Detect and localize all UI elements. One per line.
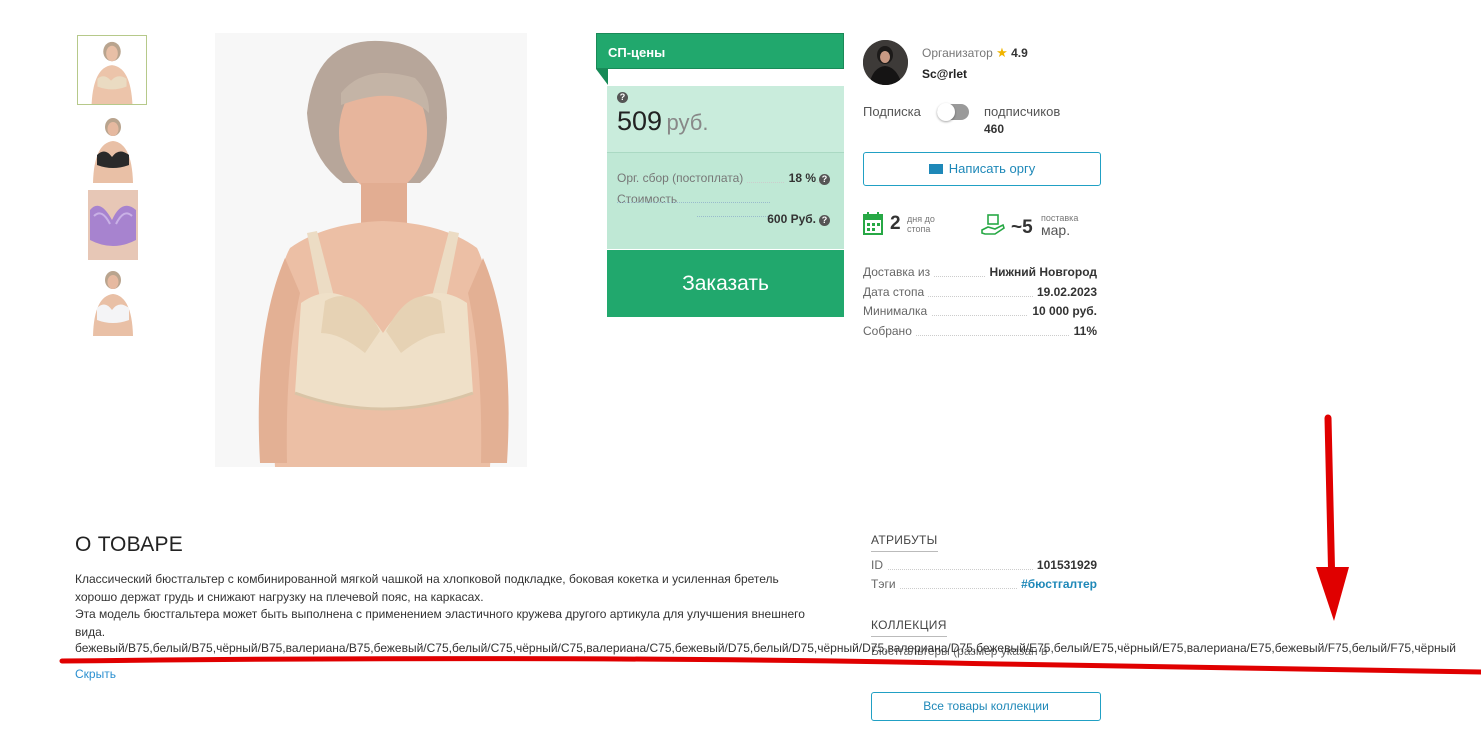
organizer-name[interactable]: Sc@rlet [922,67,967,81]
cost-help-icon[interactable]: ? [819,213,830,227]
detail-label: Доставка из [863,265,935,279]
header-fold [596,69,608,85]
detail-row-delivery-from: Доставка из Нижний Новгород [863,265,1097,281]
price-currency: руб. [666,110,709,135]
detail-value: 19.02.2023 [1032,285,1097,299]
description-line: Эта модель бюстгальтера может быть выпол… [75,607,805,621]
cost-row: Стоимость 600 Руб. ? [617,192,830,227]
detail-value: Нижний Новгород [985,265,1097,279]
detail-value: 11% [1069,324,1097,338]
product-thumbnail-image [88,190,138,260]
cost-label: Стоимость [617,192,678,206]
detail-label: Минималка [863,304,932,318]
thumbnail-lavender[interactable] [88,190,138,260]
thumbnail-white[interactable] [88,266,138,336]
product-main-image[interactable] [215,33,527,467]
price-display: 509 руб. [617,106,708,137]
red-arrow-shaft [1324,414,1336,594]
variants-text: бежевый/B75,белый/B75,чёрный/B75,валериа… [75,641,1456,655]
product-thumbnail-image [93,118,133,183]
hide-link[interactable]: Скрыть [75,667,116,681]
avatar-image [863,40,908,85]
attribute-label: ID [871,558,887,572]
attributes-section-title: АТРИБУТЫ [871,531,938,552]
detail-label: Дата стопа [863,285,929,299]
subscribe-toggle[interactable] [937,103,969,121]
detail-row-stop-date: Дата стопа 19.02.2023 [863,285,1097,301]
attribute-value: 101531929 [1032,558,1097,572]
star-icon: ★ [996,45,1008,60]
days-to-stop-value: 2 [890,213,901,234]
message-organizer-button[interactable]: Написать оргу [863,152,1101,186]
organizer-rating: 4.9 [1011,46,1028,60]
order-button[interactable]: Заказать [607,250,844,317]
organizer-role-row: Организатор ★ 4.9 [922,45,1028,61]
description-line: хорошо держат грудь и снижают нагрузку н… [75,589,484,604]
cost-value: 600 Руб. [767,212,816,226]
detail-value: 10 000 руб. [1028,304,1097,318]
calendar-icon [863,212,883,241]
red-underline-annotation [59,656,1481,675]
sp-prices-header: СП-цены [596,33,844,69]
model-photo [215,33,527,467]
collection-title: КОЛЛЕКЦИЯ [871,618,947,637]
description-line: Классический бюстгальтер с комбинированн… [75,572,779,586]
message-button-label: Написать оргу [948,161,1036,176]
price-help-icon[interactable]: ? [617,89,628,107]
thumbnail-black[interactable] [88,113,138,183]
attribute-row-tags: Тэги #бюстгалтер [871,577,1097,593]
thumbnail-beige[interactable] [77,35,147,105]
delivery-estimate-value: ~5 [1011,217,1033,238]
product-description: Классический бюстгальтер с комбинированн… [75,571,845,641]
days-label-line2: стопа [907,224,931,234]
delivery-hand-icon [981,213,1005,242]
subscribers-count: 460 [984,122,1005,136]
envelope-icon [928,163,943,174]
tag-link[interactable]: #бюстгалтер [1017,577,1097,591]
detail-label: Собрано [863,324,916,338]
attribute-label: Тэги [871,577,900,591]
org-fee-label: Орг. сбор (постоплата) [617,171,748,185]
subscribe-label: Подписка [863,104,921,119]
org-fee-value: 18 % [784,171,816,185]
subscribers-label: подписчиков [984,104,1061,119]
product-thumbnail-image [78,36,146,104]
product-thumbnail-image [93,271,133,336]
about-title: О ТОВАРЕ [75,533,184,556]
detail-row-minimum: Минималка 10 000 руб. [863,304,1097,320]
days-to-stop-label: дня до стопа [907,214,935,234]
days-label-line1: дня до [907,214,935,224]
org-fee-row: Орг. сбор (постоплата) 18 % ? [617,171,830,186]
organizer-role-label: Организатор [922,46,993,60]
collection-section-title: КОЛЛЕКЦИЯ [871,616,947,637]
attribute-row-id: ID 101531929 [871,558,1097,574]
red-arrow-head [1316,567,1349,621]
description-line: вида. [75,624,106,639]
fee-help-icon[interactable]: ? [819,172,830,186]
all-collection-items-button[interactable]: Все товары коллекции [871,692,1101,721]
price-value: 509 [617,106,663,136]
attributes-title: АТРИБУТЫ [871,533,938,552]
organizer-avatar[interactable] [863,40,908,85]
delivery-label-line2: мар. [1041,222,1071,238]
detail-row-collected: Собрано 11% [863,324,1097,340]
